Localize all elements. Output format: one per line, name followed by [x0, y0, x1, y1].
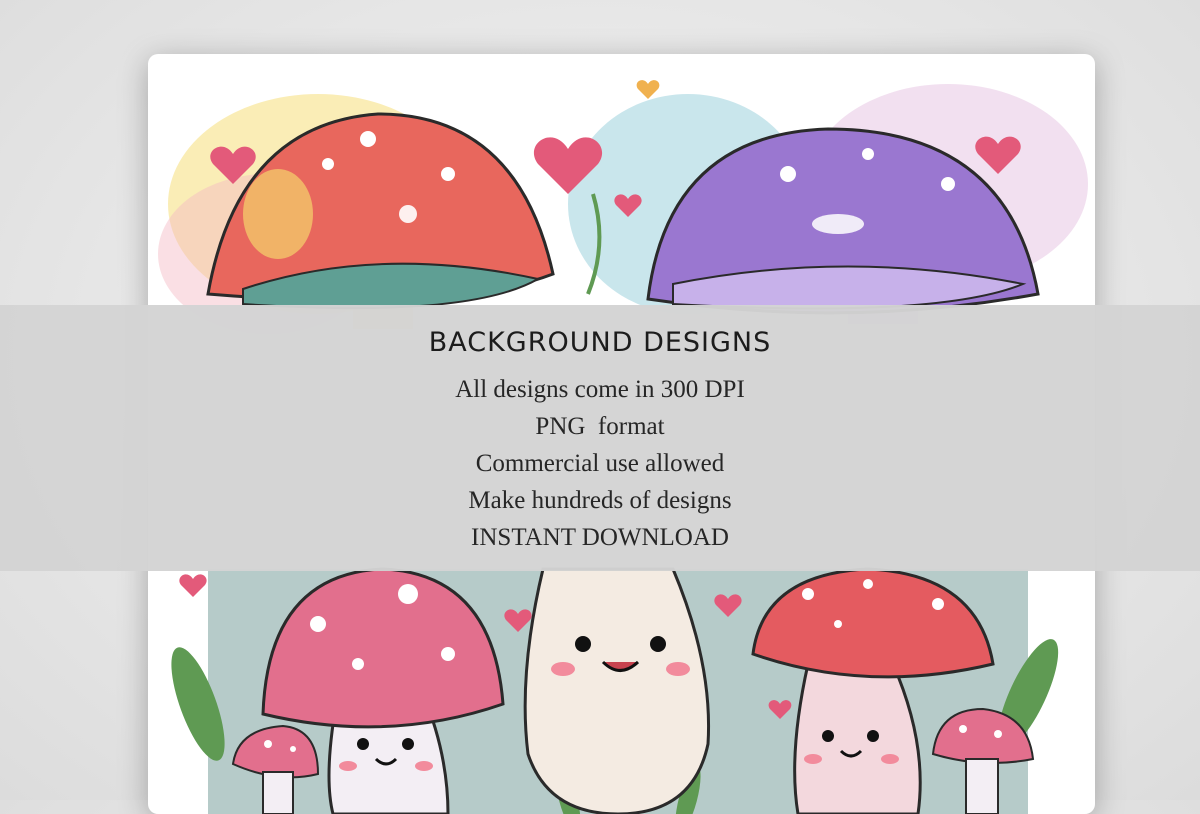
banner-title: BACKGROUND DESIGNS: [428, 327, 772, 358]
feature-list: All designs come in 300 DPI PNG format C…: [0, 371, 1200, 556]
feature-line-dpi: All designs come in 300 DPI: [455, 376, 745, 403]
feature-line-hundreds: Make hundreds of designs: [468, 487, 732, 514]
feature-line-commercial: Commercial use allowed: [475, 450, 725, 477]
feature-line-format: PNG format: [535, 413, 665, 440]
feature-line-download: INSTANT DOWNLOAD: [471, 524, 729, 551]
info-banner: BACKGROUND DESIGNS All designs come in 3…: [0, 305, 1200, 571]
cream-mushroom-center: [523, 567, 711, 814]
